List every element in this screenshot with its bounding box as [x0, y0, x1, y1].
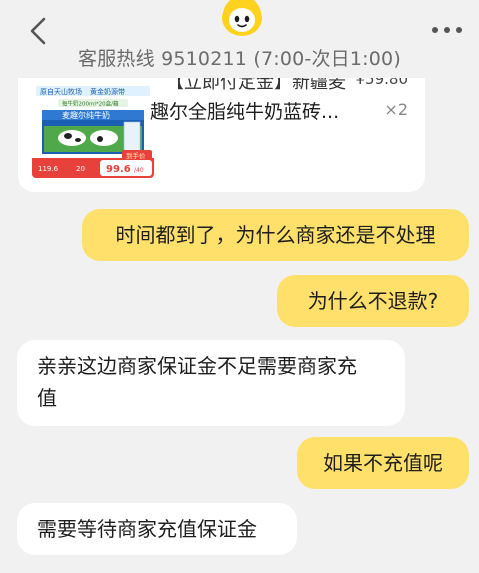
- price-unit-text: /40: [134, 167, 144, 174]
- product-image[interactable]: 原自天山牧场 黄金奶源带 每牛奶200ml*20盒/箱 麦趣尔纯牛奶 到手价 1…: [32, 66, 154, 178]
- avatar[interactable]: [222, 0, 262, 36]
- agent-message[interactable]: 亲亲这边商家保证金不足需要商家充 值: [17, 340, 405, 426]
- message-text: 时间都到了，为什么商家还是不处理: [115, 223, 436, 247]
- message-text-line2: 值: [37, 386, 57, 410]
- product-card[interactable]: 原自天山牧场 黄金奶源带 每牛奶200ml*20盒/箱 麦趣尔纯牛奶 到手价 1…: [18, 58, 425, 192]
- message-text-line1: 亲亲这边商家保证金不足需要商家充: [37, 354, 357, 378]
- message-text: 为什么不退款?: [307, 289, 439, 313]
- more-button[interactable]: [429, 20, 465, 40]
- coupon-text: 20: [76, 165, 85, 173]
- message-text: 如果不充值呢: [323, 451, 443, 475]
- user-message[interactable]: 如果不充值呢: [297, 437, 469, 489]
- old-price-text: 119.6: [38, 165, 59, 173]
- chevron-left-icon: [30, 17, 46, 45]
- back-button[interactable]: [24, 14, 52, 48]
- banner-right-text: 黄金奶源带: [90, 87, 125, 96]
- milk-product-image: 原自天山牧场 黄金奶源带 每牛奶200ml*20盒/箱 麦趣尔纯牛奶 到手价 1…: [32, 66, 154, 178]
- mascot-icon: [223, 0, 261, 34]
- message-text: 需要等待商家充值保证金: [37, 517, 257, 541]
- box-title-text: 麦趣尔纯牛奶: [62, 110, 110, 120]
- banner-left-text: 原自天山牧场: [40, 87, 82, 96]
- user-message[interactable]: 时间都到了，为什么商家还是不处理: [82, 209, 469, 261]
- more-dots-icon: [432, 27, 462, 33]
- customer-service-hotline[interactable]: 客服热线 9510211 (7:00-次日1:00): [0, 44, 479, 71]
- new-price-text: 99.6: [106, 164, 131, 175]
- chat-header: 客服热线 9510211 (7:00-次日1:00): [0, 0, 479, 78]
- sub-banner-text: 每牛奶200ml*20盒/箱: [62, 100, 119, 108]
- price-tag-text: 到手价: [126, 151, 146, 160]
- user-message[interactable]: 为什么不退款?: [277, 275, 469, 327]
- agent-message[interactable]: 需要等待商家充值保证金: [17, 503, 297, 555]
- product-title-line2: 趣尔全脂纯牛奶蓝砖...: [150, 101, 340, 123]
- product-quantity: ×2: [384, 100, 408, 119]
